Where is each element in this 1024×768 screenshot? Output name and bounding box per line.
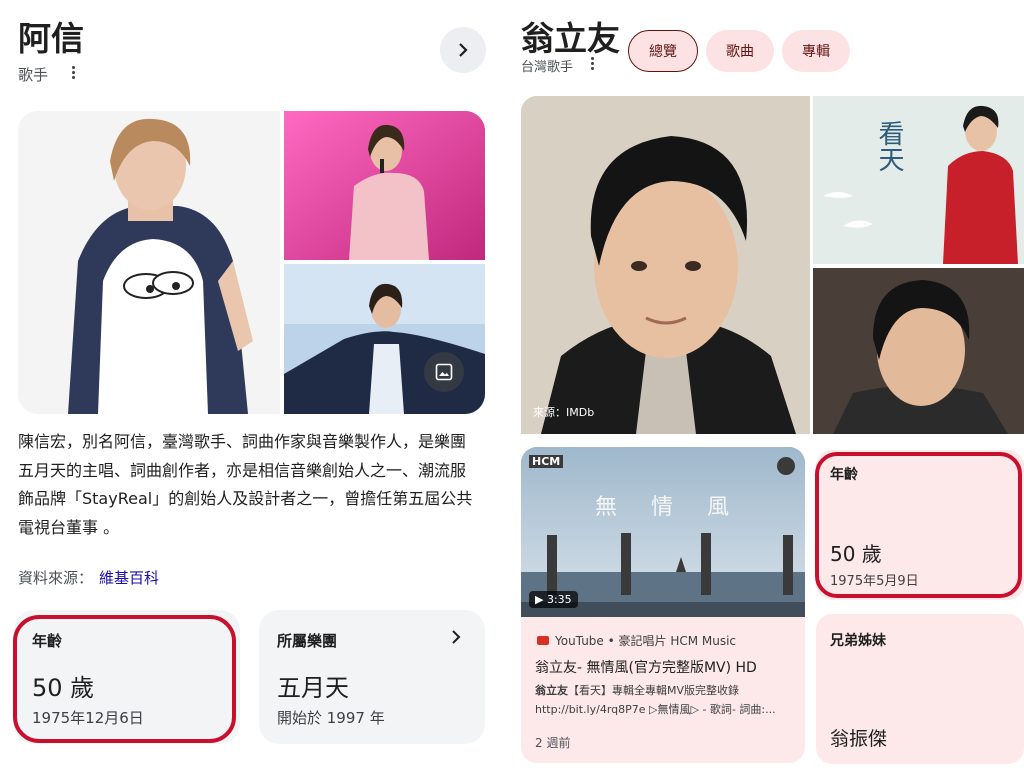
artist-photo-portrait[interactable]	[813, 268, 1024, 434]
channel-logo: HCM	[529, 455, 564, 468]
video-desc-bold: 翁立友	[535, 684, 568, 697]
image-credit: 來源：IMDb	[533, 406, 595, 419]
band-value: 五月天	[277, 674, 349, 702]
video-thumbnail[interactable]: HCM 無 情 風 ▶ 3:35	[521, 447, 805, 617]
band-label: 所屬樂團	[277, 632, 338, 650]
chevron-right-icon	[459, 43, 468, 57]
age-highlight-outline-2	[815, 452, 1022, 598]
sibling-value: 翁振傑	[830, 728, 888, 750]
chevron-right-icon	[452, 630, 461, 644]
sibling-fact-card[interactable]: 兄弟姊妹 翁振傑	[816, 614, 1024, 764]
video-desc-line1: 翁立友【看天】專輯全專輯MV版完整收錄	[535, 682, 739, 698]
left-knowledge-panel: 阿信 歌手 陳信宏，別名阿信，臺灣歌手、詞曲作家與音樂製作人，是樂團五月天的主唱…	[0, 0, 500, 768]
wikipedia-link[interactable]: 維基百科	[99, 569, 159, 587]
video-source-text: YouTube • 豪記唱片 HCM Music	[555, 634, 737, 648]
chip-albums[interactable]: 專輯	[782, 30, 850, 72]
video-title[interactable]: 翁立友- 無情風(官方完整版MV) HD	[535, 657, 757, 677]
album-title-text: 看天	[874, 120, 904, 172]
artist-photo-main[interactable]	[18, 111, 280, 414]
video-time: 2 週前	[535, 736, 571, 750]
more-options-icon[interactable]	[72, 66, 76, 80]
entity-subtitle: 歌手	[18, 66, 49, 84]
entity-description: 陳信宏，別名阿信，臺灣歌手、詞曲作家與音樂製作人，是樂團五月天的主唱、詞曲創作者…	[18, 432, 473, 537]
entity-title-2: 翁立友	[521, 19, 620, 58]
video-desc-line2: http://bit.ly/4rq8P7e ▷無情風▷ - 歌詞- 詞曲:...	[535, 703, 776, 716]
entity-title: 阿信	[18, 19, 84, 58]
video-desc-text: 【看天】專輯全專輯MV版完整收錄	[568, 684, 740, 697]
next-arrow-button[interactable]	[440, 27, 486, 73]
source-label: 資料來源：	[18, 569, 94, 587]
youtube-icon	[537, 636, 549, 645]
sibling-label: 兄弟姊妹	[830, 633, 886, 649]
artist-photo-concert-2[interactable]	[284, 264, 485, 414]
artist-photo-concert-1[interactable]	[284, 111, 485, 260]
video-overlay-title: 無 情 風	[595, 495, 736, 520]
entity-subtitle-2: 台灣歌手	[521, 60, 574, 75]
expand-icon[interactable]	[777, 457, 795, 475]
chip-overview[interactable]: 總覽	[628, 30, 698, 72]
image-gallery-icon[interactable]	[424, 352, 464, 392]
video-source: YouTube • 豪記唱片 HCM Music	[537, 632, 736, 649]
band-since: 開始於 1997 年	[277, 709, 385, 727]
chip-songs[interactable]: 歌曲	[706, 30, 774, 72]
video-duration: ▶ 3:35	[529, 591, 578, 608]
source-line: 資料來源： 維基百科	[18, 567, 159, 588]
age-highlight-outline	[13, 615, 236, 743]
more-options-icon[interactable]	[591, 57, 595, 71]
artist-photo-main-2[interactable]: 來源：IMDb	[521, 96, 810, 434]
album-cover-photo[interactable]: 看天	[813, 96, 1024, 264]
band-fact-card[interactable]: 所屬樂團 五月天 開始於 1997 年	[259, 610, 485, 744]
filter-chips: 總覽 歌曲 專輯	[628, 30, 850, 72]
image-gallery[interactable]	[18, 111, 485, 414]
video-card[interactable]: HCM 無 情 風 ▶ 3:35 YouTube • 豪記唱片 HCM Musi…	[521, 447, 805, 763]
